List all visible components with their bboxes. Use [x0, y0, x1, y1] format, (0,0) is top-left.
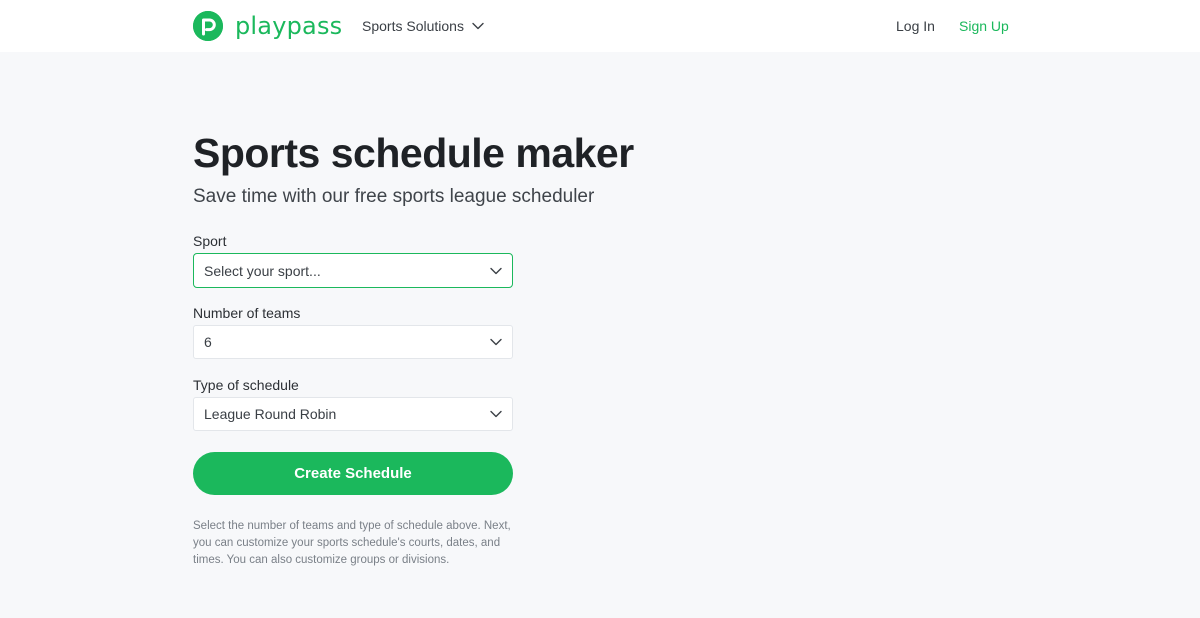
schedule-type-select[interactable]: League Round Robin [193, 397, 513, 431]
teams-select[interactable]: 6 [193, 325, 513, 359]
sport-select-value: Select your sport... [204, 262, 321, 279]
help-text: Select the number of teams and type of s… [193, 520, 511, 566]
chevron-down-icon [472, 22, 484, 30]
sport-label: Sport [193, 233, 227, 249]
brand-name: playpass [235, 12, 343, 40]
sports-solutions-label: Sports Solutions [362, 18, 464, 34]
chevron-down-icon [490, 338, 502, 346]
login-link[interactable]: Log In [896, 18, 935, 34]
sports-solutions-menu[interactable]: Sports Solutions [362, 18, 484, 34]
page-title: Sports schedule maker [193, 130, 634, 176]
chevron-down-icon [490, 410, 502, 418]
signup-link[interactable]: Sign Up [959, 18, 1009, 34]
teams-select-value: 6 [204, 334, 212, 350]
sport-select[interactable]: Select your sport... [193, 253, 513, 288]
schedule-type-label: Type of schedule [193, 377, 299, 393]
chevron-down-icon [490, 267, 502, 274]
schedule-type-select-value: League Round Robin [204, 406, 337, 422]
playpass-logo-icon [193, 11, 223, 41]
playpass-logo[interactable]: playpass [193, 11, 342, 41]
create-schedule-button[interactable]: Create Schedule [193, 452, 513, 495]
teams-label: Number of teams [193, 305, 301, 321]
page-subtitle: Save time with our free sports league sc… [193, 186, 595, 207]
top-navigation-bar: playpass Sports Solutions Log In Sign Up [0, 0, 1200, 52]
